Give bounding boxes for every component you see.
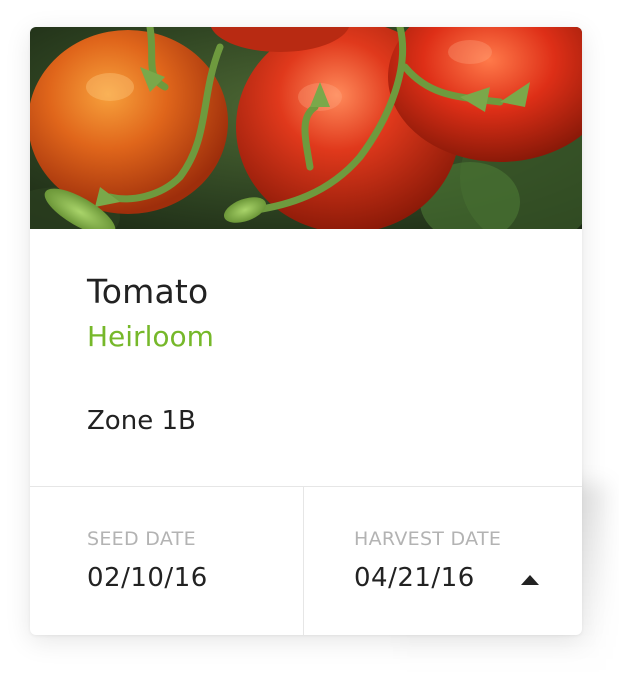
harvest-date-value: 04/21/16 [354, 563, 475, 593]
seed-date-label: SEED DATE [87, 528, 196, 550]
plant-variety: Heirloom [87, 320, 214, 353]
tomato-photo [30, 27, 582, 229]
harvest-date-label: HARVEST DATE [354, 528, 502, 550]
plant-name: Tomato [87, 272, 209, 311]
horizontal-divider [30, 486, 582, 487]
caret-up-icon[interactable] [520, 573, 540, 587]
plant-card: Tomato Heirloom Zone 1B SEED DATE 02/10/… [30, 27, 582, 635]
seed-date-value: 02/10/16 [87, 563, 208, 593]
vertical-divider [303, 487, 304, 635]
plant-zone: Zone 1B [87, 406, 196, 436]
